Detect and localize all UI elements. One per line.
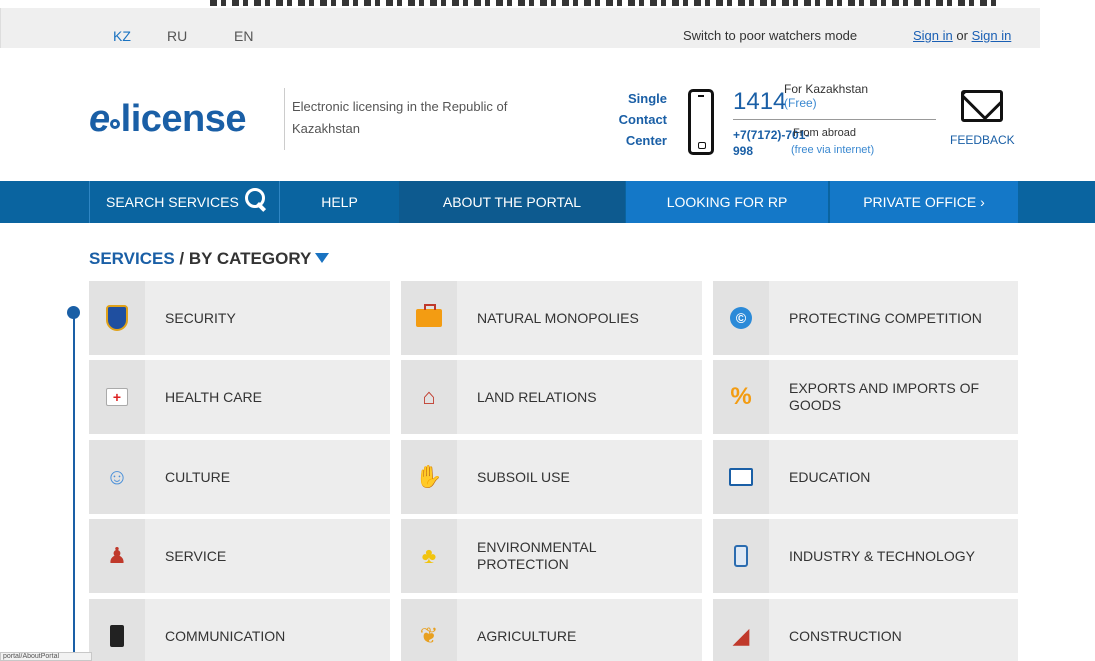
category-tile-education[interactable]: EDUCATION <box>713 440 1018 514</box>
shield-icon <box>106 305 128 331</box>
category-tile-health-care[interactable]: + HEALTH CARE <box>89 360 390 434</box>
category-tile-industry-technology[interactable]: INDUSTRY & TECHNOLOGY <box>713 519 1018 593</box>
category-tile-security[interactable]: SECURITY <box>89 281 390 355</box>
envelope-icon[interactable] <box>961 90 1003 122</box>
category-tile-service[interactable]: ♟ SERVICE <box>89 519 390 593</box>
site-header: e license Electronic licensing in the Rep… <box>0 48 1095 181</box>
sign-in-link-1[interactable]: Sign in <box>913 28 953 43</box>
percent-icon: % <box>730 383 752 410</box>
lang-kz[interactable]: KZ <box>113 28 131 44</box>
from-abroad-label: From abroad <box>793 127 856 139</box>
tagline: Electronic licensing in the Republic of … <box>292 99 508 136</box>
briefcase-icon <box>416 304 442 327</box>
search-icon <box>244 188 267 210</box>
lang-ru[interactable]: RU <box>167 28 187 44</box>
abroad-phone-number: +7(7172)-701-998 <box>733 128 810 158</box>
for-kazakhstan-label: For Kazakhstan <box>784 82 869 96</box>
sign-in-area: Sign in or Sign in <box>913 28 1011 43</box>
browser-status-bar: portal/AboutPortal <box>0 652 92 661</box>
people-icon: ♟ <box>107 543 127 568</box>
nav-private-office[interactable]: PRIVATE OFFICE › <box>830 181 1018 223</box>
nav-looking-for-rp[interactable]: LOOKING FOR RP <box>626 181 828 223</box>
category-tile-land-relations[interactable]: ⌂ LAND RELATIONS <box>401 360 702 434</box>
walkie-talkie-icon <box>110 625 124 647</box>
services-heading[interactable]: SERVICES / BY CATEGORY <box>89 249 330 269</box>
sign-in-link-2[interactable]: Sign in <box>972 28 1012 43</box>
nav-about-portal[interactable]: ABOUT THE PORTAL <box>399 181 625 223</box>
nav-search-services[interactable]: SEARCH SERVICES <box>89 181 279 223</box>
category-tile-environmental-protection[interactable]: ♣ ENVIRONMENTAL PROTECTION <box>401 519 702 593</box>
or-text: or <box>956 28 968 43</box>
category-tile-natural-monopolies[interactable]: NATURAL MONOPOLIES <box>401 281 702 355</box>
theater-masks-icon: ☺ <box>105 464 129 489</box>
category-tile-subsoil-use[interactable]: ✋ SUBSOIL USE <box>401 440 702 514</box>
category-tile-construction[interactable]: ◢ CONSTRUCTION <box>713 599 1018 661</box>
tree-icon: ♣ <box>421 543 437 568</box>
category-tile-exports-imports[interactable]: % EXPORTS AND IMPORTS OF GOODS <box>713 360 1018 434</box>
dropdown-triangle-icon <box>315 253 330 263</box>
wheat-icon: ❦ <box>419 623 439 648</box>
handshake-icon: ✋ <box>415 464 443 489</box>
category-tile-protecting-competition[interactable]: © PROTECTING COMPETITION <box>713 281 1018 355</box>
phone-divider <box>733 119 936 120</box>
copyright-icon: © <box>730 307 752 329</box>
phone-number-1414: 1414 <box>733 88 787 115</box>
plug-icon <box>109 119 120 129</box>
tool-icon <box>734 545 748 567</box>
category-tile-culture[interactable]: ☺ CULTURE <box>89 440 390 514</box>
book-icon <box>729 468 753 486</box>
lang-en[interactable]: EN <box>234 28 253 44</box>
nav-help[interactable]: HELP <box>279 181 399 223</box>
house-icon: ⌂ <box>422 384 436 409</box>
free-label: (Free) <box>784 96 817 110</box>
single-contact-center-link[interactable]: Single Contact Center <box>605 88 667 151</box>
feedback-link[interactable]: FEEDBACK <box>950 133 1015 147</box>
category-tile-communication[interactable]: COMMUNICATION <box>89 599 390 661</box>
category-tile-agriculture[interactable]: ❦ AGRICULTURE <box>401 599 702 661</box>
timeline-line <box>73 313 75 661</box>
trowel-icon: ◢ <box>732 623 750 648</box>
language-bar: KZ RU EN Switch to poor watchers mode Si… <box>0 8 1040 48</box>
mobile-phone-icon <box>688 89 714 155</box>
first-aid-icon: + <box>106 388 128 406</box>
free-via-internet-label: (free via internet) <box>791 144 875 156</box>
elicense-logo[interactable]: e license <box>89 98 247 141</box>
timeline-dot <box>67 306 80 319</box>
poor-watchers-mode-link[interactable]: Switch to poor watchers mode <box>683 28 857 43</box>
cropped-top-text <box>0 0 1095 8</box>
logo-divider <box>284 88 285 150</box>
main-nav: SEARCH SERVICES HELP ABOUT THE PORTAL LO… <box>0 181 1095 223</box>
